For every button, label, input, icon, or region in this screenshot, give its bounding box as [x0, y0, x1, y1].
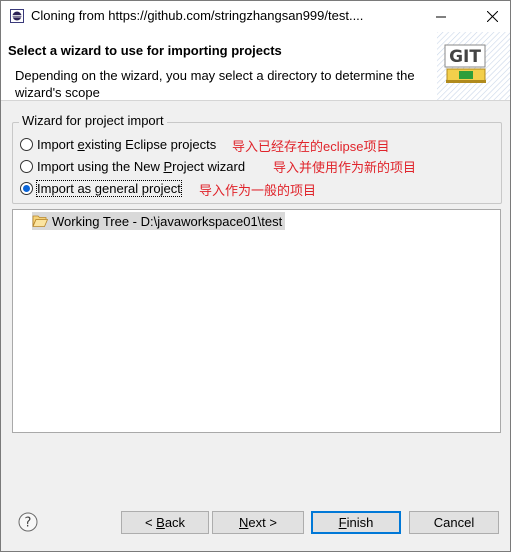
- button-label: < Back: [144, 515, 186, 530]
- cancel-button[interactable]: Cancel: [409, 511, 499, 534]
- title-bar: Cloning from https://github.com/stringzh…: [1, 1, 510, 32]
- banner-title: Select a wizard to use for importing pro…: [8, 43, 282, 58]
- git-logo-text: GIT: [449, 47, 481, 67]
- back-button[interactable]: < Back: [121, 511, 209, 534]
- option-import-existing[interactable]: Import existing Eclipse projects: [20, 135, 216, 153]
- git-logo-icon: GIT: [437, 32, 510, 100]
- open-folder-icon: [32, 215, 48, 227]
- radio-import-existing[interactable]: [20, 137, 33, 151]
- tree-item-working-tree[interactable]: Working Tree - D:\javaworkspace01\test: [32, 212, 286, 230]
- close-icon: [486, 11, 498, 22]
- minimize-icon: [436, 16, 446, 17]
- button-label: Cancel: [433, 515, 475, 530]
- option-label: Import as general project: [36, 179, 182, 197]
- annotation-general-project: 导入作为一般的项目: [199, 183, 317, 198]
- radio-new-project-wizard[interactable]: [20, 159, 33, 173]
- import-wizard-dialog: Cloning from https://github.com/stringzh…: [0, 0, 511, 552]
- button-label: Next >: [239, 515, 277, 530]
- option-general-project[interactable]: Import as general project: [20, 179, 182, 197]
- option-label: Import using the New Project wizard: [37, 158, 246, 174]
- next-button[interactable]: Next >: [212, 511, 304, 534]
- project-tree[interactable]: Working Tree - D:\javaworkspace01\test: [12, 209, 501, 433]
- banner-description: Depending on the wizard, you may select …: [15, 68, 415, 100]
- eclipse-app-icon: [10, 9, 24, 23]
- annotation-existing: 导入已经存在的eclipse项目: [232, 139, 390, 154]
- wizard-group-legend: Wizard for project import: [19, 113, 167, 128]
- wizard-banner: Select a wizard to use for importing pro…: [1, 32, 510, 101]
- help-icon[interactable]: ?: [18, 512, 38, 532]
- button-label: Finish: [338, 515, 374, 530]
- radio-general-project[interactable]: [20, 181, 33, 195]
- finish-button[interactable]: Finish: [311, 511, 401, 534]
- option-new-project-wizard[interactable]: Import using the New Project wizard: [20, 157, 245, 175]
- svg-text:?: ?: [25, 516, 32, 531]
- window-title: Cloning from https://github.com/stringzh…: [31, 8, 364, 23]
- option-label: Import existing Eclipse projects: [37, 136, 217, 152]
- tree-item-label: Working Tree - D:\javaworkspace01\test: [52, 213, 283, 229]
- annotation-new-project: 导入并使用作为新的项目: [273, 160, 417, 175]
- close-button[interactable]: [475, 1, 509, 32]
- minimize-button[interactable]: [424, 1, 458, 32]
